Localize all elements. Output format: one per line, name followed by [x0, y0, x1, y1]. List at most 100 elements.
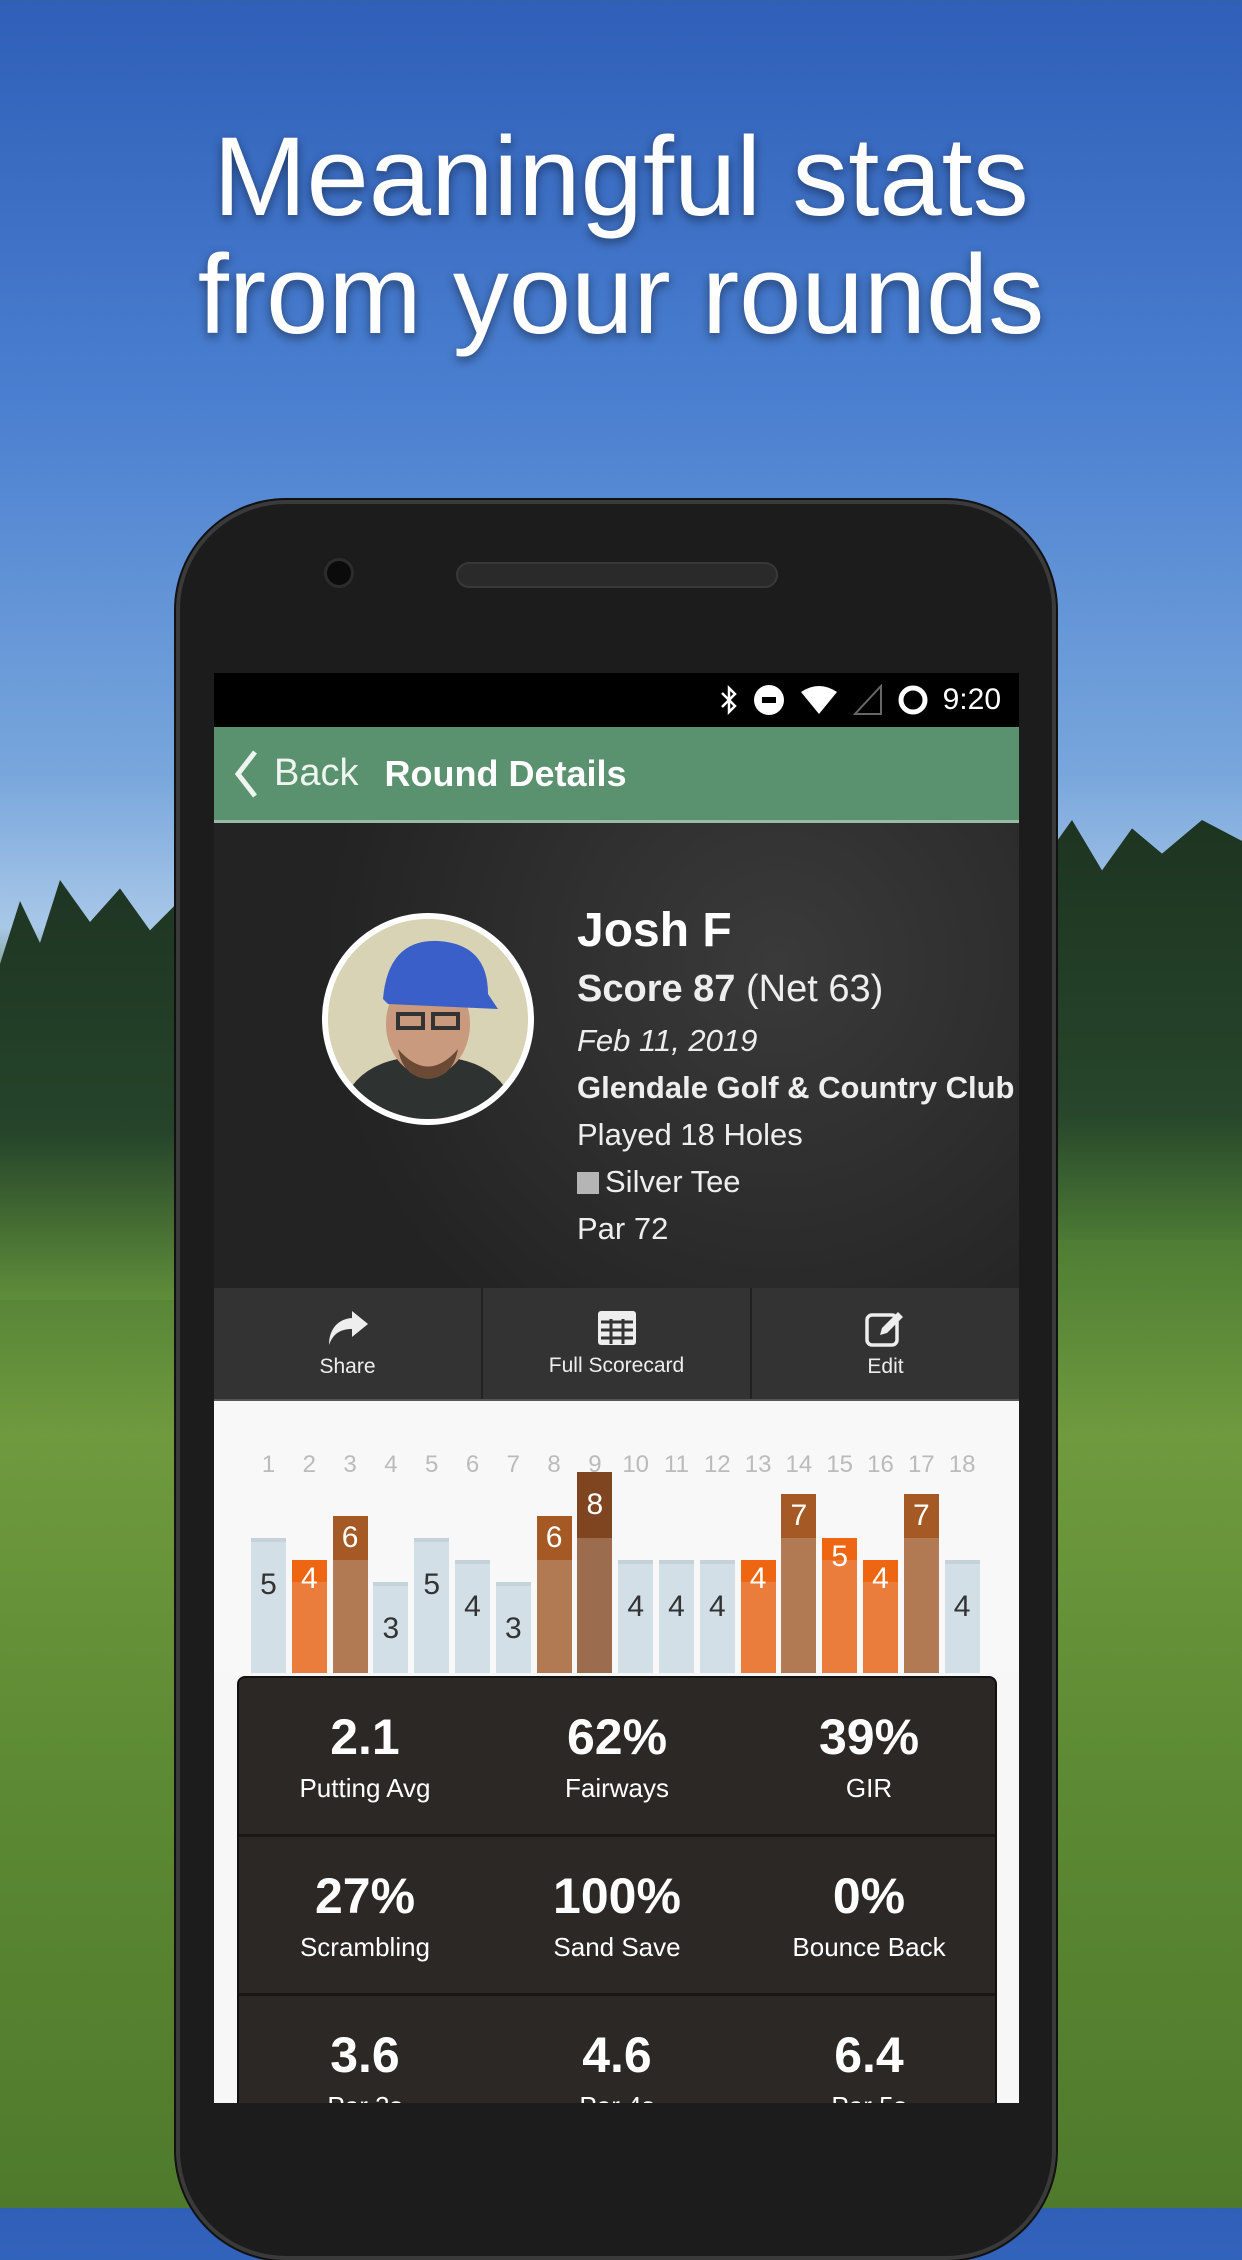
stats-row: 27% Scrambling 100% Sand Save 0% Bounce Back: [239, 1837, 995, 1996]
hole-score-bar: 6: [536, 1516, 572, 1673]
score: Score 87: [577, 968, 736, 1010]
score-chart: 1 5 2 4 3 6 4 3 5 5 6 4 7 3 8 6 9 8 10 4 11 4 12 4 13 4 14 7 15 5 16 4 1…: [214, 1401, 1019, 1673]
hole-score-bar: 4: [618, 1560, 654, 1673]
action-bar: Share Full Scorecard Edit: [214, 1288, 1019, 1401]
share-label: Share: [319, 1354, 376, 1378]
hole-score-value: 4: [668, 1590, 685, 1623]
full-scorecard-button[interactable]: Full Scorecard: [483, 1288, 752, 1399]
hole-score-value: 5: [423, 1568, 441, 1601]
stat-cell: 4.6 Par 4s: [491, 1996, 743, 2104]
hole-score-bar: 4: [740, 1560, 776, 1673]
hole-number-label: 16: [867, 1451, 894, 1478]
stat-label: Par 5s: [831, 2091, 906, 2104]
hole-number-label: 4: [384, 1451, 398, 1478]
headline-line: from your rounds: [197, 232, 1045, 357]
hole-score-value: 6: [545, 1521, 563, 1554]
hole-score-value: 4: [749, 1562, 767, 1595]
hole-score-bar: 7: [781, 1494, 817, 1673]
stat-cell: 27% Scrambling: [239, 1837, 491, 1993]
stat-label: Scrambling: [299, 1931, 431, 1962]
avatar-photo: [328, 919, 528, 1119]
hole-number-label: 18: [948, 1451, 976, 1478]
stat-value: 4.6: [582, 2026, 652, 2083]
stat-label: GIR: [845, 1772, 893, 1803]
hole-number-label: 11: [664, 1451, 689, 1478]
hole-number-label: 14: [785, 1451, 813, 1478]
status-time: 9:20: [942, 683, 1001, 716]
stat-cell: 3.6 Par 3s: [239, 1996, 491, 2104]
page-title: Round Details: [384, 752, 627, 794]
round-date: Feb 11, 2019: [577, 1023, 758, 1058]
share-icon: [328, 1310, 368, 1345]
hole-score-bar: 5: [414, 1538, 450, 1673]
bluetooth-icon: [720, 684, 737, 716]
back-button[interactable]: Back: [214, 749, 358, 798]
app-bar: Back Round Details: [214, 727, 1019, 823]
hole-number-label: 6: [465, 1451, 480, 1478]
avatar: [322, 913, 534, 1125]
round-summary: Josh F Score 87 (Net 63) Feb 11, 2019 Gl…: [214, 823, 1019, 1288]
hole-score-value: 5: [831, 1540, 849, 1573]
chevron-left-icon: [234, 749, 257, 798]
stats-row: 3.6 Par 3s 4.6 Par 4s 6.4 Par 5s: [239, 1996, 995, 2104]
stat-value: 39%: [818, 1708, 920, 1765]
hole-score-bar: 4: [944, 1560, 980, 1673]
hole-score-value: 3: [382, 1612, 400, 1645]
course-name: Glendale Golf & Country Club: [577, 1070, 1015, 1105]
do-not-disturb-icon: [753, 685, 784, 715]
hole-score-bar: 7: [903, 1494, 939, 1673]
tee-line: Silver Tee: [577, 1158, 1014, 1205]
hole-score-value: 4: [708, 1590, 726, 1623]
hole-number-label: 1: [261, 1451, 276, 1478]
hole-score-value: 4: [953, 1590, 971, 1623]
stat-label: Bounce Back: [792, 1931, 946, 1962]
camera: [324, 558, 354, 588]
wifi-icon: [800, 686, 837, 714]
hole-score-value: 4: [627, 1590, 645, 1623]
hole-number-label: 15: [826, 1451, 854, 1478]
hole-score-bar: 8: [577, 1472, 613, 1673]
hole-score-bar: 5: [251, 1538, 286, 1673]
headline-line: Meaningful stats: [213, 114, 1029, 239]
hole-score-bar: 4: [455, 1560, 490, 1673]
player-name: Josh F: [577, 904, 732, 957]
hole-number-label: 2: [302, 1451, 316, 1478]
hole-score-value: 4: [464, 1590, 481, 1623]
tee-color-swatch: [577, 1172, 599, 1194]
full-scorecard-label: Full Scorecard: [548, 1353, 685, 1377]
stat-label: Fairways: [564, 1772, 669, 1803]
stat-label: Sand Save: [553, 1931, 681, 1962]
round-info: Josh F Score 87 (Net 63) Feb 11, 2019 Gl…: [577, 901, 1014, 1252]
stat-value: 3.6: [330, 2026, 400, 2083]
stat-cell: 0% Bounce Back: [743, 1837, 995, 1993]
headline: Meaningful stats from your rounds: [0, 118, 1242, 354]
hole-score-value: 4: [300, 1562, 318, 1595]
hole-number-label: 13: [744, 1451, 772, 1478]
background-trees: [0, 880, 200, 1300]
hole-score-bar: 3: [495, 1582, 531, 1673]
stat-label: Par 4s: [579, 2091, 654, 2104]
battery-icon: [898, 685, 928, 715]
hole-score-value: 3: [504, 1612, 522, 1645]
hole-score-bar: 5: [822, 1538, 858, 1673]
stat-value: 100%: [553, 1867, 681, 1924]
hole-number-label: 17: [907, 1451, 935, 1478]
hole-number-label: 8: [547, 1451, 561, 1478]
hole-score-value: 7: [912, 1499, 930, 1532]
edit-button[interactable]: Edit: [752, 1288, 1019, 1399]
edit-label: Edit: [867, 1354, 904, 1378]
stat-value: 6.4: [834, 2026, 904, 2083]
tee-name: Silver Tee: [605, 1164, 741, 1199]
net-score: (Net 63): [746, 968, 884, 1010]
stats-row: 2.1 Putting Avg 62% Fairways 39% GIR: [239, 1678, 995, 1837]
hole-score-value: 7: [790, 1499, 808, 1532]
score-line: Score 87 (Net 63): [577, 961, 1014, 1017]
stat-cell: 62% Fairways: [491, 1678, 743, 1834]
hole-score-bar: 3: [373, 1582, 409, 1673]
stat-value: 62%: [566, 1708, 668, 1765]
share-button[interactable]: Share: [214, 1288, 483, 1399]
stats-card: 2.1 Putting Avg 62% Fairways 39% GIR 27% Scramb…: [237, 1676, 997, 2103]
stat-label: Par 3s: [327, 2091, 402, 2104]
hole-number-label: 10: [622, 1451, 650, 1478]
hole-score-bar: 4: [291, 1560, 327, 1673]
